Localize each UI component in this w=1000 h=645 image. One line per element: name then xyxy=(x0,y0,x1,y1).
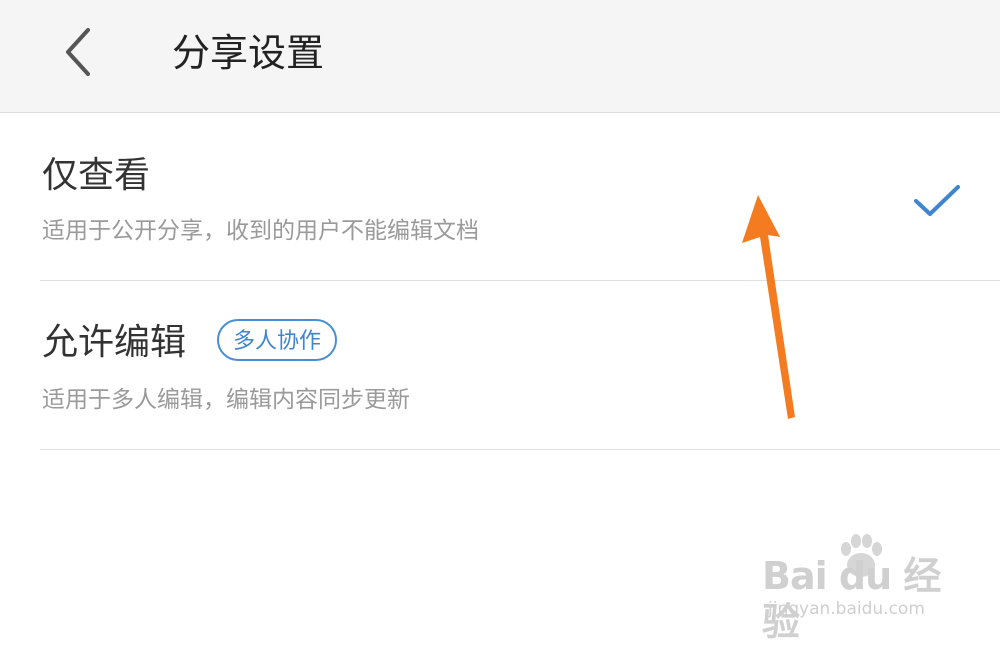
back-button[interactable] xyxy=(52,22,102,82)
option-allow-edit[interactable]: 允许编辑 多人协作 适用于多人编辑，编辑内容同步更新 xyxy=(0,281,1000,449)
paw-icon xyxy=(841,534,882,577)
header-bar: 分享设置 xyxy=(0,0,1000,113)
option-title: 允许编辑 xyxy=(42,322,187,363)
divider xyxy=(40,449,1000,450)
checkmark-icon xyxy=(914,185,960,216)
option-description: 适用于公开分享，收到的用户不能编辑文档 xyxy=(42,218,479,244)
page-title: 分享设置 xyxy=(172,31,325,75)
option-title: 仅查看 xyxy=(42,155,151,196)
collaboration-badge: 多人协作 xyxy=(217,319,338,361)
chevron-left-icon xyxy=(66,28,90,76)
option-view-only[interactable]: 仅查看 适用于公开分享，收到的用户不能编辑文档 xyxy=(0,113,1000,280)
watermark-url: jingyan.baidu.com xyxy=(768,599,925,619)
watermark: Bai du 经验 jingyan.baidu.com xyxy=(762,533,962,644)
watermark-main: Bai du 经验 xyxy=(762,554,941,644)
option-description: 适用于多人编辑，编辑内容同步更新 xyxy=(42,387,410,413)
